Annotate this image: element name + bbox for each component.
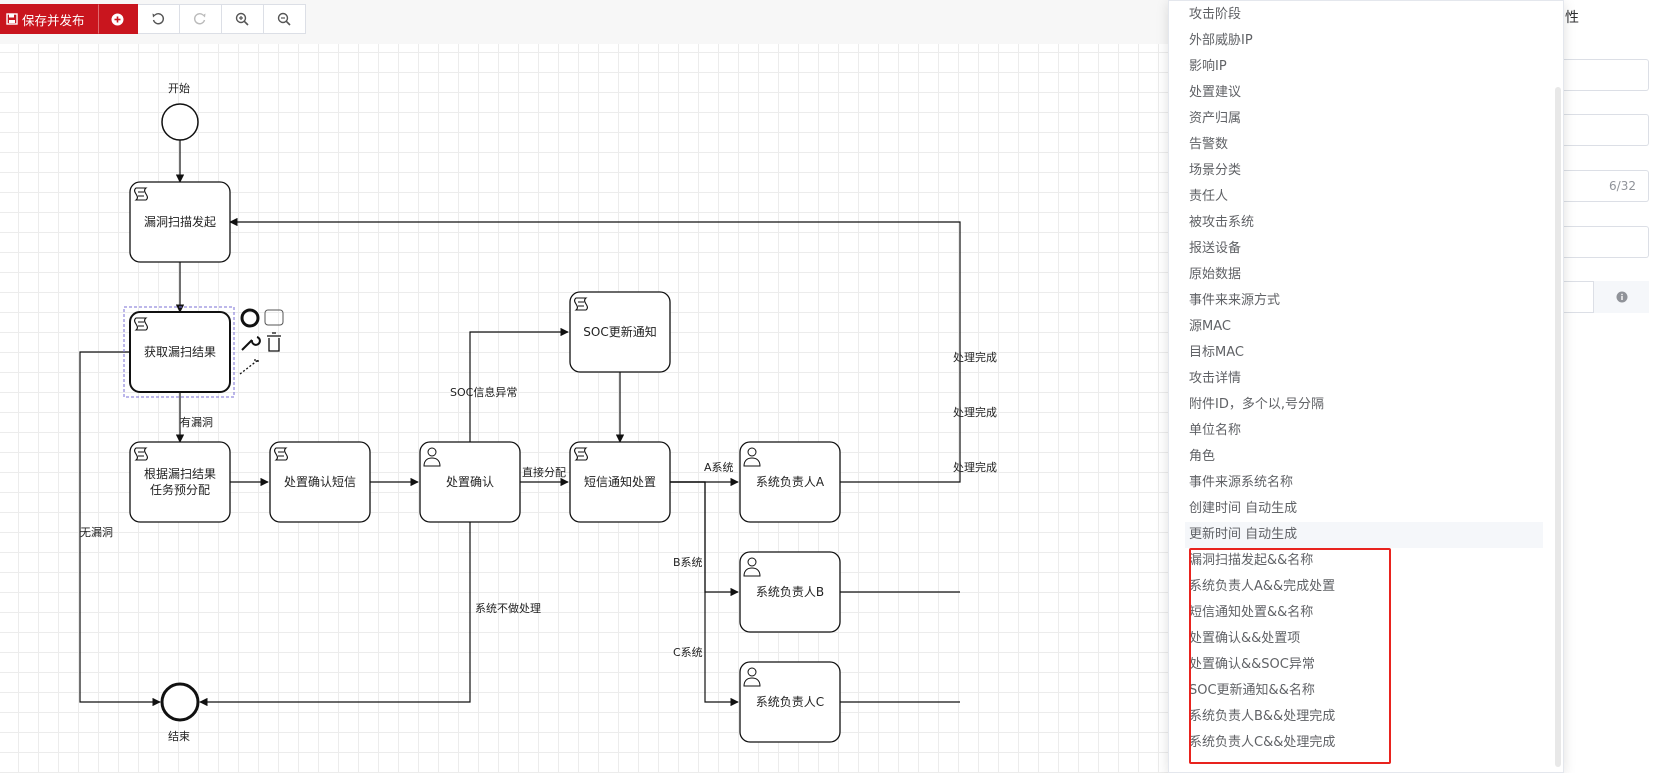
dropdown-option[interactable]: 创建时间 自动生成: [1185, 496, 1543, 522]
dropdown-option[interactable]: 攻击详情: [1185, 366, 1543, 392]
undo-button[interactable]: [137, 4, 180, 34]
dropdown-option[interactable]: 攻击阶段: [1185, 2, 1543, 28]
dropdown-option[interactable]: 源MAC: [1185, 314, 1543, 340]
save-icon: [6, 13, 18, 25]
dropdown-option[interactable]: 被攻击系统: [1185, 210, 1543, 236]
task-scan-start-label: 漏洞扫描发起: [143, 215, 216, 229]
save-publish-button[interactable]: 保存并发布: [0, 4, 98, 34]
edge-label-done-1: 处理完成: [953, 351, 997, 364]
dropdown-option[interactable]: 影响IP: [1185, 54, 1543, 80]
edge-label-sys-c: C系统: [673, 646, 703, 659]
flow-notify-to-b: [670, 481, 739, 597]
task-confirm-sms-label: 处置确认短信: [283, 475, 356, 489]
redo-button[interactable]: [179, 4, 222, 34]
edge-label-direct-assign: 直接分配: [522, 466, 566, 479]
undo-icon: [151, 12, 165, 26]
save-publish-label: 保存并发布: [22, 12, 85, 28]
start-event[interactable]: [161, 103, 199, 141]
dropdown-option[interactable]: 角色: [1185, 444, 1543, 470]
property-info-button[interactable]: [1593, 281, 1649, 313]
add-button[interactable]: [97, 4, 138, 34]
edge-label-done-2: 处理完成: [953, 406, 997, 419]
edge-label-soc-error: SOC信息异常: [450, 386, 518, 399]
plus-circle-icon: [111, 13, 124, 26]
dropdown-option[interactable]: 附件ID，多个以,号分隔: [1185, 392, 1543, 418]
dropdown-option[interactable]: 单位名称: [1185, 418, 1543, 444]
task-soc-update-label: SOC更新通知: [583, 325, 657, 339]
task-owner-b-label: 系统负责人B: [755, 585, 825, 599]
edge-label-no-vuln: 无漏洞: [80, 526, 113, 539]
zoom-out-icon: [277, 12, 291, 26]
dropdown-option[interactable]: 场景分类: [1185, 158, 1543, 184]
zoom-in-button[interactable]: [221, 4, 264, 34]
append-text-annotation-icon[interactable]: [264, 309, 284, 326]
task-pre-assign-line2: 任务预分配: [149, 483, 210, 497]
flow-confirm-to-end: [199, 522, 471, 707]
zoom-out-button[interactable]: [263, 4, 306, 34]
dropdown-option[interactable]: 原始数据: [1185, 262, 1543, 288]
dropdown-option[interactable]: 外部威胁IP: [1185, 28, 1543, 54]
dropdown-option[interactable]: 责任人: [1185, 184, 1543, 210]
task-pre-assign-line1: 根据漏扫结果: [143, 467, 216, 481]
dropdown-option[interactable]: 资产归属: [1185, 106, 1543, 132]
trash-icon[interactable]: [267, 332, 281, 352]
edge-label-sys-b: B系统: [673, 556, 703, 569]
task-sms-notify-label: 短信通知处置: [583, 475, 656, 489]
task-owner-c-label: 系统负责人C: [755, 695, 825, 709]
dropdown-scrollbar[interactable]: [1555, 87, 1561, 767]
redo-icon: [193, 12, 207, 26]
append-end-event-icon[interactable]: [240, 308, 260, 328]
dropdown-option[interactable]: 报送设备: [1185, 236, 1543, 262]
info-icon: [1616, 288, 1628, 307]
start-event-label: 开始: [168, 82, 190, 95]
task-confirm-label: 处置确认: [445, 475, 494, 489]
end-event[interactable]: [160, 682, 200, 722]
dropdown-option[interactable]: 告警数: [1185, 132, 1543, 158]
edge-label-no-action: 系统不做处理: [475, 602, 541, 615]
edge-label-sys-a: A系统: [704, 461, 734, 474]
task-get-result-label: 获取漏扫结果: [143, 345, 216, 359]
toolbar: 保存并发布: [0, 4, 306, 34]
dropdown-option[interactable]: 目标MAC: [1185, 340, 1543, 366]
wrench-icon[interactable]: [241, 336, 261, 351]
context-pad: [239, 308, 284, 375]
dropdown-option[interactable]: 处置建议: [1185, 80, 1543, 106]
dropdown-option[interactable]: 事件来源系统名称: [1185, 470, 1543, 496]
zoom-in-icon: [235, 12, 249, 26]
end-event-label: 结束: [168, 730, 190, 743]
dropdown-option[interactable]: 事件来来源方式: [1185, 288, 1543, 314]
task-pre-assign-label: 根据漏扫结果 任务预分配: [130, 442, 230, 522]
highlight-annotation-box: [1189, 548, 1391, 764]
dropdown-option[interactable]: 更新时间 自动生成: [1185, 522, 1543, 548]
task-owner-a-label: 系统负责人A: [755, 475, 825, 489]
connect-icon[interactable]: [239, 359, 259, 375]
edge-label-has-vuln: 有漏洞: [180, 416, 213, 429]
edge-label-done-3: 处理完成: [953, 461, 997, 474]
char-counter: 6/32: [1609, 179, 1636, 193]
